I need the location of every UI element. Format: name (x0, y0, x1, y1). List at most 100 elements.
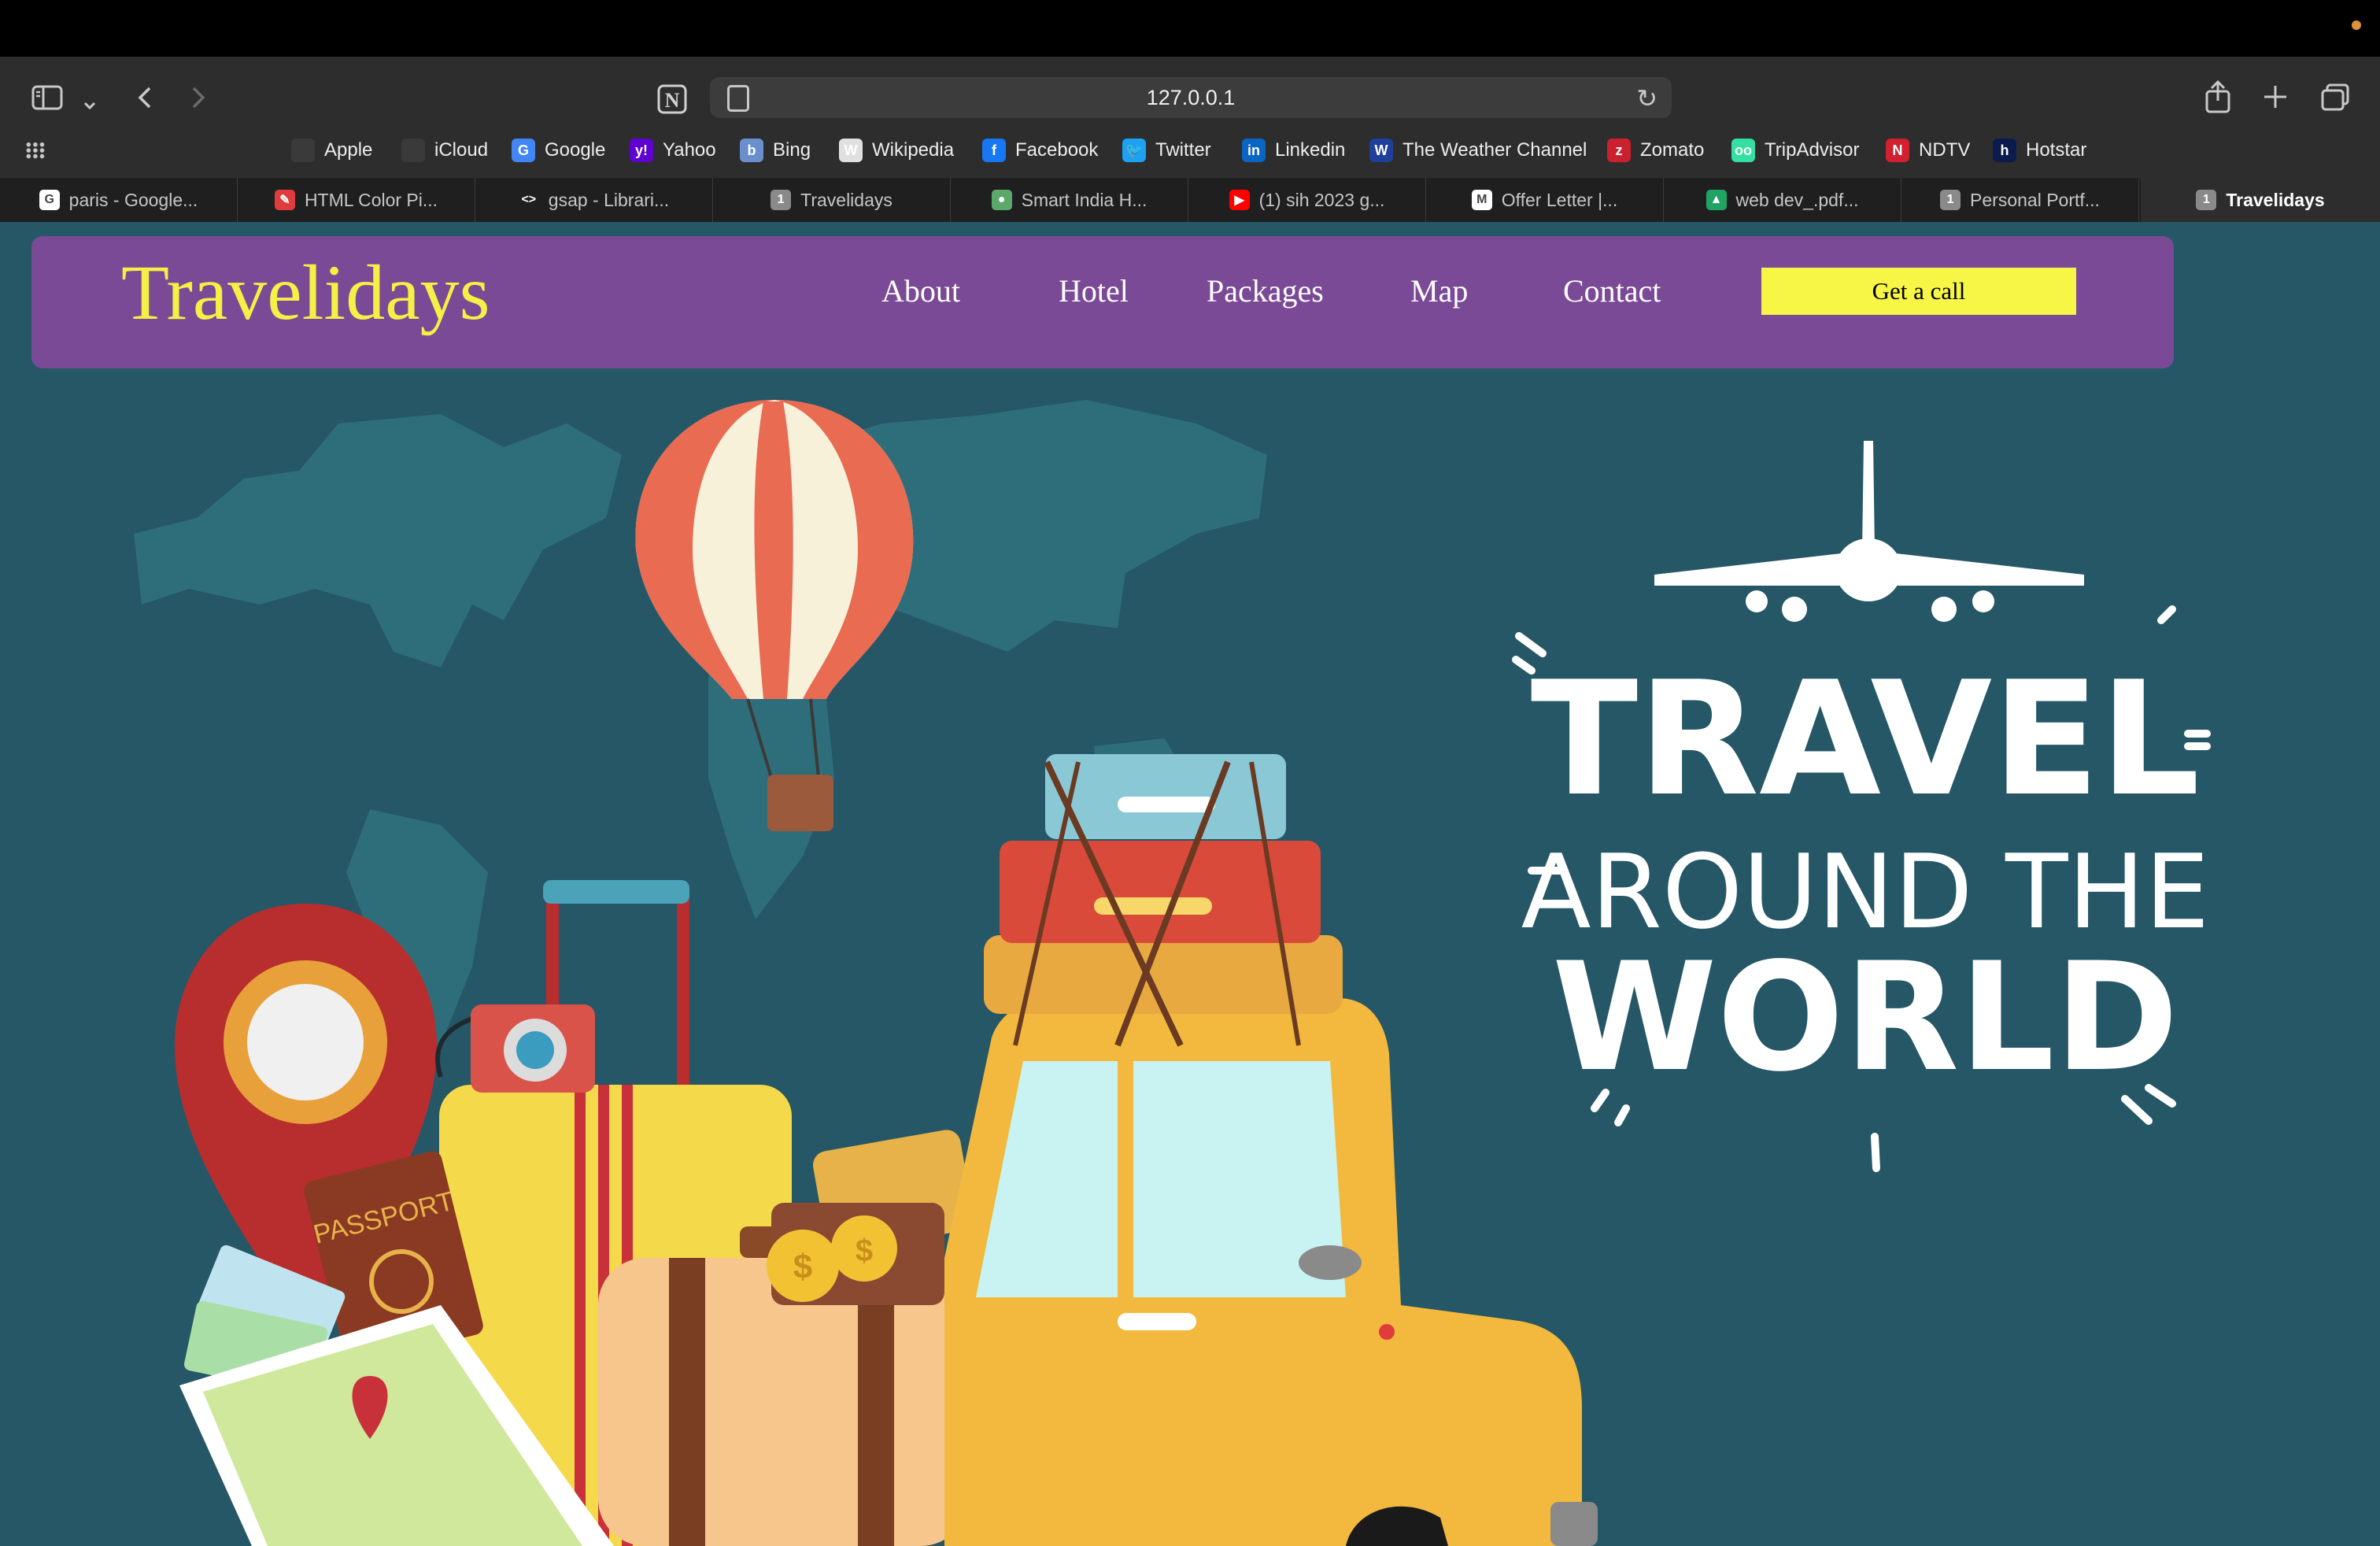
tab-6[interactable]: ▶ (1) sih 2023 g... (1188, 178, 1426, 222)
globe-icon: ● (991, 190, 1012, 210)
share-icon[interactable] (2204, 80, 2232, 118)
youtube-icon: ▶ (1229, 190, 1250, 210)
bookmark-twitter[interactable]: 🐦 Twitter (1122, 131, 1211, 170)
tab-8[interactable]: ▲ web dev_.pdf... (1664, 178, 1901, 222)
bookmark-label: Apple (324, 139, 373, 161)
bookmark-yahoo[interactable]: y! Yahoo (630, 131, 716, 170)
bookmark-the-weather-channel[interactable]: W The Weather Channel (1369, 131, 1587, 170)
reload-icon[interactable]: ↻ (1636, 83, 1658, 113)
wikipedia-icon: W (839, 139, 863, 162)
bookmark-apple[interactable]: Apple (291, 131, 372, 170)
facebook-icon: f (982, 139, 1006, 162)
sidebar-toggle-icon[interactable] (31, 85, 63, 115)
tab-label: Personal Portf... (1970, 189, 2100, 210)
bookmark-hotstar[interactable]: h Hotstar (1993, 131, 2086, 170)
notion-extension-icon[interactable]: N (656, 83, 688, 120)
bookmark-label: Wikipedia (872, 139, 955, 161)
menu-bar (0, 0, 2380, 57)
tab-label: HTML Color Pi... (304, 189, 438, 210)
bookmark-zomato[interactable]: z Zomato (1607, 131, 1704, 170)
bookmark-wikipedia[interactable]: W Wikipedia (839, 131, 954, 170)
bookmark-google[interactable]: G Google (512, 131, 605, 170)
bookmark-label: Yahoo (663, 139, 716, 161)
bookmark-label: Hotstar (2026, 139, 2087, 161)
tab-1[interactable]: Gparis - Google... (0, 178, 238, 222)
tab-3[interactable]: <> gsap - Librari... (475, 178, 713, 222)
apple-icon (401, 139, 425, 162)
airplane-icon (1654, 441, 2084, 622)
bookmark-facebook[interactable]: f Facebook (982, 131, 1098, 170)
tab-10[interactable]: 1 Travelidays (2141, 178, 2380, 222)
new-tab-icon[interactable] (2262, 83, 2289, 115)
google-icon: G (39, 190, 60, 210)
google-drive-icon: ▲ (1706, 190, 1727, 210)
tripadvisor-icon: oo (1731, 139, 1755, 162)
code-icon: <> (521, 193, 537, 206)
hero-illustration: PASSPORT $ $ TRAVEL AROUND THE WORLD (134, 400, 2211, 1546)
page-icon: 1 (771, 190, 792, 210)
hotstar-icon: h (1993, 139, 2016, 162)
url-text: 127.0.0.1 (1146, 86, 1236, 109)
yellow-car (944, 998, 1598, 1546)
nav-link-contact[interactable]: Contact (1563, 272, 1661, 309)
get-a-call-button[interactable]: Get a call (1761, 268, 2076, 315)
address-bar[interactable]: 127.0.0.1 ↻ (710, 77, 1672, 118)
bookmark-label: TripAdvisor (1765, 139, 1860, 161)
svg-text:N: N (665, 89, 680, 112)
bookmark-label: iCloud (434, 139, 489, 161)
chevron-down-icon[interactable] (82, 90, 98, 117)
svg-text:$: $ (856, 1233, 873, 1268)
hero-headline: TRAVEL AROUND THE WORLD (1521, 648, 2210, 1104)
bookmark-label: Facebook (1015, 139, 1099, 161)
bookmark-ndtv[interactable]: N NDTV (1886, 131, 1970, 170)
tab-2[interactable]: ✎ HTML Color Pi... (238, 178, 475, 222)
nav-link-map[interactable]: Map (1410, 272, 1468, 309)
tab-label: Travelidays (2226, 189, 2325, 210)
ndtv-icon: N (1886, 139, 1909, 162)
back-icon[interactable] (135, 85, 154, 115)
tab-label: Smart India H... (1021, 189, 1148, 210)
yahoo-icon: y! (630, 139, 653, 162)
nav-link-about[interactable]: About (881, 272, 960, 309)
site-navbar: Travelidays About Hotel Packages Map Con… (31, 236, 2174, 368)
tab-label: web dev_.pdf... (1735, 189, 1859, 210)
hero-line-travel: TRAVEL (1531, 648, 2201, 831)
tab-9[interactable]: 1 Personal Portf... (1901, 178, 2139, 222)
forward-icon[interactable] (189, 85, 208, 115)
weather-channel-icon: W (1369, 139, 1393, 162)
tab-label: Travelidays (800, 189, 893, 210)
linkedin-icon: in (1242, 139, 1266, 162)
svg-text:$: $ (793, 1248, 812, 1286)
bookmarks-bar: Apple iCloud G Google y! Yahoo b Bing W Wikipedia… (0, 131, 2380, 170)
tab-label: paris - Google... (68, 189, 198, 210)
gmail-icon: M (1471, 190, 1492, 210)
nav-link-hotel[interactable]: Hotel (1059, 272, 1129, 309)
tab-7[interactable]: M Offer Letter |... (1426, 178, 1664, 222)
wallet-with-coins: $ $ (767, 1130, 974, 1305)
twitter-icon: 🐦 (1122, 139, 1146, 162)
nav-link-packages[interactable]: Packages (1207, 272, 1324, 309)
brand-logo[interactable]: Travelidays (121, 247, 490, 338)
bookmark-label: Google (545, 139, 606, 161)
bookmark-label: Bing (773, 139, 811, 161)
bookmark-linkedin[interactable]: in Linkedin (1242, 131, 1345, 170)
bookmark-label: Linkedin (1275, 139, 1346, 161)
tab-overview-icon[interactable] (2320, 83, 2350, 117)
tab-label: Offer Letter |... (1501, 189, 1618, 210)
bookmark-label: NDTV (1919, 139, 1971, 161)
roof-luggage (984, 754, 1343, 1047)
zomato-icon: z (1607, 139, 1631, 162)
tab-4[interactable]: 1 Travelidays (713, 178, 951, 222)
page-icon: 1 (2196, 190, 2217, 210)
bookmark-bing[interactable]: b Bing (740, 131, 811, 170)
page-icon: 1 (1940, 190, 1961, 210)
apple-icon (291, 139, 315, 162)
browser-toolbar: N 127.0.0.1 ↻ Apple iCloud G Google y! Yahoo b… (0, 57, 2380, 178)
bing-icon: b (740, 139, 763, 162)
apps-grid-icon[interactable] (25, 142, 46, 159)
google-icon: G (512, 139, 535, 162)
tab-5[interactable]: ● Smart India H... (951, 178, 1188, 222)
bookmark-label: Twitter (1155, 139, 1211, 161)
bookmark-icloud[interactable]: iCloud (401, 131, 488, 170)
bookmark-tripadvisor[interactable]: oo TripAdvisor (1731, 131, 1859, 170)
